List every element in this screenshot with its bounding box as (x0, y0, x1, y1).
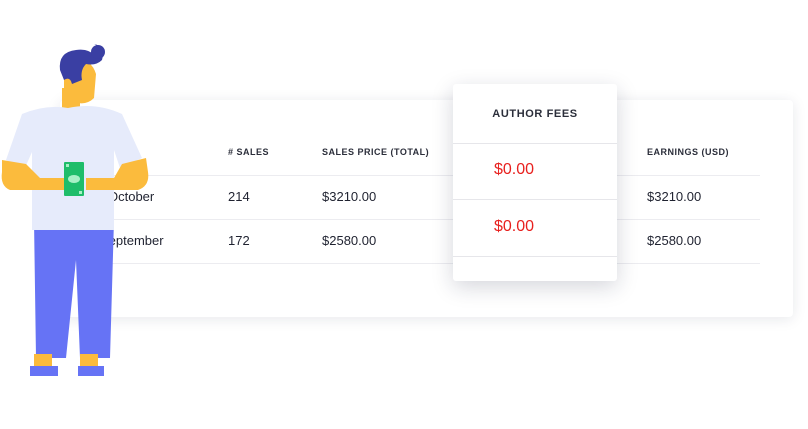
earnings-table-card (60, 100, 793, 317)
table-cell-earnings: $3210.00 (647, 189, 702, 204)
author-fees-card: AUTHOR FEES $0.00 $0.00 (453, 84, 617, 281)
fees-divider (453, 256, 617, 257)
author-fee-value: $0.00 (494, 161, 535, 178)
table-cell-sales: 214 (228, 189, 250, 204)
author-fee-value: $0.00 (494, 218, 535, 235)
row-divider (100, 219, 760, 220)
row-divider (100, 263, 760, 264)
fees-divider (453, 199, 617, 200)
stage: # SALES SALES PRICE (TOTAL) EARNINGS (US… (0, 0, 808, 429)
header-sales: # SALES (228, 147, 270, 157)
table-cell-earnings: $2580.00 (647, 233, 702, 248)
author-fees-title: AUTHOR FEES (492, 108, 578, 120)
header-earnings: EARNINGS (USD) (647, 147, 730, 157)
row-divider (100, 175, 760, 176)
table-cell-sales-price: $3210.00 (322, 189, 377, 204)
person-holding-money-icon (1, 44, 149, 376)
table-cell-sales-price: $2580.00 (322, 233, 377, 248)
header-sales-price: SALES PRICE (TOTAL) (322, 147, 430, 157)
table-cell-sales: 172 (228, 233, 250, 248)
fees-divider (453, 143, 617, 144)
